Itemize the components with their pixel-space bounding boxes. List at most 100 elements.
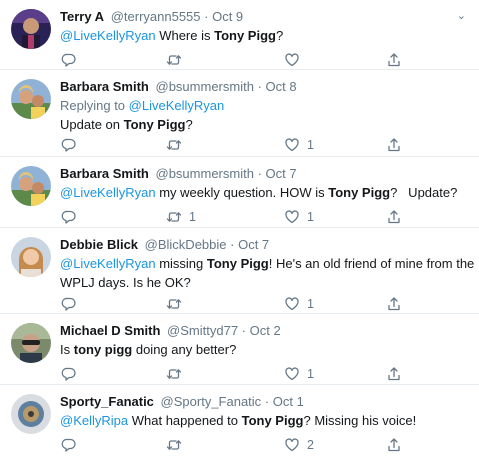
reply-button[interactable] — [61, 437, 84, 453]
retweet-button[interactable] — [166, 137, 189, 153]
tweet-date[interactable]: Oct 1 — [273, 394, 304, 409]
tweet-text: @LiveKellyRyan my weekly question. HOW i… — [60, 185, 458, 200]
reply-button[interactable] — [61, 366, 84, 382]
share-button[interactable] — [386, 366, 402, 382]
like-button[interactable]: 1 — [284, 209, 314, 225]
heart-icon — [285, 210, 299, 224]
tweet[interactable]: Barbara Smith @bsummersmith · Oct 7 @Liv… — [0, 157, 479, 228]
tweet-actions — [60, 52, 420, 68]
share-button[interactable] — [386, 137, 402, 153]
user-handle[interactable]: @Smittyd77 — [167, 323, 238, 338]
like-button[interactable]: 1 — [284, 366, 314, 382]
like-button[interactable]: 2 — [284, 437, 314, 453]
tweet-feed: Terry A @terryann5555 · Oct 9 @LiveKelly… — [0, 0, 479, 459]
display-name[interactable]: Michael D Smith — [60, 323, 160, 338]
user-handle[interactable]: @BlickDebbie — [145, 237, 227, 252]
tweet-actions: 1 1 — [60, 209, 420, 225]
heart-icon — [285, 138, 299, 152]
tweet-text: Is tony pigg doing any better? — [60, 342, 237, 357]
reply-button[interactable] — [61, 137, 84, 153]
retweet-icon — [166, 55, 182, 65]
separator: · — [257, 79, 266, 94]
like-button[interactable] — [284, 52, 307, 68]
tweet[interactable]: Barbara Smith @bsummersmith · Oct 8 Repl… — [0, 70, 479, 157]
reply-button[interactable] — [61, 296, 84, 312]
mention-link[interactable]: @LiveKellyRyan — [129, 98, 225, 113]
reply-button[interactable] — [61, 209, 84, 225]
user-handle[interactable]: @bsummersmith — [156, 166, 254, 181]
tweet-actions: 2 — [60, 437, 420, 453]
replying-to: Replying to @LiveKellyRyan — [60, 98, 225, 113]
retweet-button[interactable]: 1 — [166, 209, 196, 225]
tweet-actions: 1 — [60, 296, 420, 312]
retweet-button[interactable] — [166, 296, 189, 312]
user-handle[interactable]: @Sporty_Fanatic — [161, 394, 262, 409]
avatar[interactable] — [11, 166, 51, 206]
display-name[interactable]: Sporty_Fanatic — [60, 394, 154, 409]
user-handle[interactable]: @bsummersmith — [156, 79, 254, 94]
tweet-text: @LiveKellyRyan missing Tony Pigg! He's a… — [60, 256, 475, 271]
share-button[interactable] — [386, 209, 402, 225]
tweet-text: @LiveKellyRyan Where is Tony Pigg? — [60, 28, 284, 43]
retweet-button[interactable] — [166, 52, 189, 68]
tweet[interactable]: Terry A @terryann5555 · Oct 9 @LiveKelly… — [0, 0, 479, 70]
retweet-button[interactable] — [166, 437, 189, 453]
mention-link[interactable]: @LiveKellyRyan — [60, 256, 156, 271]
mention-link[interactable]: @LiveKellyRyan — [60, 28, 156, 43]
retweet-icon — [166, 299, 182, 309]
separator: · — [257, 166, 266, 181]
like-button[interactable]: 1 — [284, 296, 314, 312]
tweet-date[interactable]: Oct 7 — [238, 237, 269, 252]
reply-icon — [61, 297, 76, 311]
tweet-date[interactable]: Oct 9 — [212, 9, 243, 24]
retweet-icon — [166, 440, 182, 450]
heart-icon — [285, 367, 299, 381]
separator: · — [230, 237, 239, 252]
avatar[interactable] — [11, 394, 51, 434]
reply-icon — [61, 53, 76, 67]
tweet-header: Sporty_Fanatic @Sporty_Fanatic · Oct 1 — [60, 394, 471, 410]
chevron-down-icon[interactable]: ⌄ — [457, 9, 466, 23]
heart-icon — [285, 297, 299, 311]
share-button[interactable] — [386, 52, 402, 68]
avatar[interactable] — [11, 323, 51, 363]
tweet[interactable]: Michael D Smith @Smittyd77 · Oct 2 Is to… — [0, 314, 479, 385]
tweet-header: Debbie Blick @BlickDebbie · Oct 7 — [60, 237, 471, 253]
share-button[interactable] — [386, 437, 402, 453]
user-handle[interactable]: @terryann5555 — [111, 9, 201, 24]
tweet-date[interactable]: Oct 7 — [266, 166, 297, 181]
share-icon — [388, 438, 400, 452]
tweet-date[interactable]: Oct 2 — [250, 323, 281, 338]
retweet-button[interactable] — [166, 366, 189, 382]
share-button[interactable] — [386, 296, 402, 312]
reply-button[interactable] — [61, 52, 84, 68]
share-icon — [388, 297, 400, 311]
reply-icon — [61, 138, 76, 152]
reply-icon — [61, 210, 76, 224]
tweet-date[interactable]: Oct 8 — [266, 79, 297, 94]
tweet-actions: 1 — [60, 366, 420, 382]
tweet-actions: 1 — [60, 137, 420, 153]
retweet-icon — [166, 140, 182, 150]
like-button[interactable]: 1 — [284, 137, 314, 153]
display-name[interactable]: Barbara Smith — [60, 166, 149, 181]
separator: · — [204, 9, 213, 24]
tweet-text: @KellyRipa What happened to Tony Pigg? M… — [60, 413, 417, 428]
retweet-icon — [166, 212, 182, 222]
reply-icon — [61, 438, 76, 452]
mention-link[interactable]: @KellyRipa — [60, 413, 128, 428]
tweet[interactable]: Debbie Blick @BlickDebbie · Oct 7 @LiveK… — [0, 228, 479, 314]
avatar[interactable] — [11, 79, 51, 119]
reply-icon — [61, 367, 76, 381]
display-name[interactable]: Barbara Smith — [60, 79, 149, 94]
heart-icon — [285, 53, 299, 67]
display-name[interactable]: Debbie Blick — [60, 237, 138, 252]
avatar[interactable] — [11, 9, 51, 49]
tweet-header: Michael D Smith @Smittyd77 · Oct 2 — [60, 323, 471, 339]
share-icon — [388, 53, 400, 67]
avatar[interactable] — [11, 237, 51, 277]
tweet[interactable]: Sporty_Fanatic @Sporty_Fanatic · Oct 1 @… — [0, 385, 479, 459]
mention-link[interactable]: @LiveKellyRyan — [60, 185, 156, 200]
share-icon — [388, 210, 400, 224]
display-name[interactable]: Terry A — [60, 9, 104, 24]
